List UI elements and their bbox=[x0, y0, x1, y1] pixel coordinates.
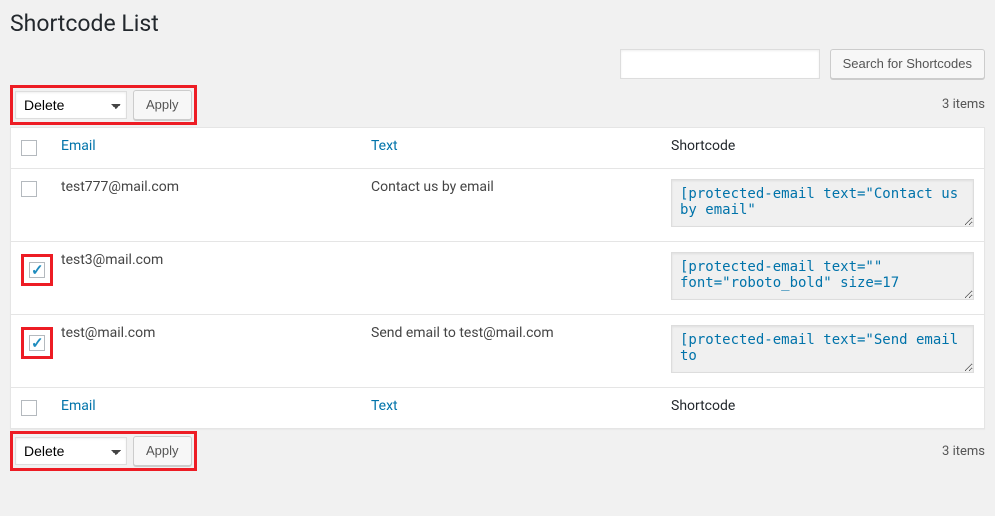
bulk-action-select-top[interactable]: Delete bbox=[15, 91, 127, 119]
row-checkbox[interactable] bbox=[29, 335, 45, 351]
items-count-top: 3 items bbox=[942, 97, 985, 112]
footer-text: Text bbox=[361, 388, 661, 429]
row-checkbox-cell bbox=[11, 315, 51, 388]
bulk-apply-button-bottom[interactable]: Apply bbox=[133, 436, 192, 466]
row-email: test3@mail.com bbox=[51, 242, 361, 315]
footer-shortcode: Shortcode bbox=[661, 388, 984, 429]
table-row: test3@mail.com bbox=[11, 242, 984, 315]
row-checkbox[interactable] bbox=[21, 181, 37, 197]
table-row: test@mail.comSend email to test@mail.com bbox=[11, 315, 984, 388]
table-footer-row: Email Text Shortcode bbox=[11, 388, 984, 429]
row-checkbox-cell bbox=[11, 169, 51, 242]
search-bar: Search for Shortcodes bbox=[10, 49, 985, 79]
row-shortcode-cell bbox=[661, 315, 984, 388]
bulk-actions-highlight-top: Delete Apply bbox=[10, 85, 197, 125]
sort-email-link[interactable]: Email bbox=[61, 138, 96, 154]
row-email: test777@mail.com bbox=[51, 169, 361, 242]
sort-text-link-footer[interactable]: Text bbox=[371, 398, 398, 414]
select-all-top[interactable] bbox=[21, 140, 37, 156]
row-checkbox-highlight bbox=[21, 254, 53, 286]
row-email: test@mail.com bbox=[51, 315, 361, 388]
row-shortcode-cell bbox=[661, 242, 984, 315]
bulk-actions-highlight-bottom: Delete Apply bbox=[10, 431, 197, 471]
tablenav-top: Delete Apply 3 items bbox=[10, 87, 985, 123]
header-email: Email bbox=[51, 128, 361, 169]
bulk-action-select-bottom[interactable]: Delete bbox=[15, 437, 127, 465]
shortcode-table: Email Text Shortcode test777@mail.comCon… bbox=[10, 127, 985, 430]
bulk-actions-bottom: Delete Apply bbox=[15, 436, 192, 466]
shortcode-textarea[interactable] bbox=[671, 325, 974, 373]
row-checkbox-cell bbox=[11, 242, 51, 315]
search-button[interactable]: Search for Shortcodes bbox=[830, 49, 985, 79]
items-count-bottom: 3 items bbox=[942, 444, 985, 459]
header-shortcode: Shortcode bbox=[661, 128, 984, 169]
row-checkbox[interactable] bbox=[29, 262, 45, 278]
bulk-apply-button-top[interactable]: Apply bbox=[133, 90, 192, 120]
header-text: Text bbox=[361, 128, 661, 169]
header-checkbox-cell bbox=[11, 128, 51, 169]
footer-checkbox-cell bbox=[11, 388, 51, 429]
select-all-bottom[interactable] bbox=[21, 400, 37, 416]
row-checkbox-highlight bbox=[21, 327, 53, 359]
row-text: Send email to test@mail.com bbox=[361, 315, 661, 388]
shortcode-textarea[interactable] bbox=[671, 179, 974, 227]
bulk-actions-top: Delete Apply bbox=[15, 90, 192, 120]
page-title: Shortcode List bbox=[10, 0, 985, 43]
row-text: Contact us by email bbox=[361, 169, 661, 242]
sort-text-link[interactable]: Text bbox=[371, 138, 398, 154]
shortcode-textarea[interactable] bbox=[671, 252, 974, 300]
row-shortcode-cell bbox=[661, 169, 984, 242]
tablenav-bottom: Delete Apply 3 items bbox=[10, 433, 985, 469]
row-text bbox=[361, 242, 661, 315]
footer-email: Email bbox=[51, 388, 361, 429]
search-input[interactable] bbox=[620, 49, 820, 79]
table-row: test777@mail.comContact us by email bbox=[11, 169, 984, 242]
sort-email-link-footer[interactable]: Email bbox=[61, 398, 96, 414]
table-header-row: Email Text Shortcode bbox=[11, 128, 984, 169]
